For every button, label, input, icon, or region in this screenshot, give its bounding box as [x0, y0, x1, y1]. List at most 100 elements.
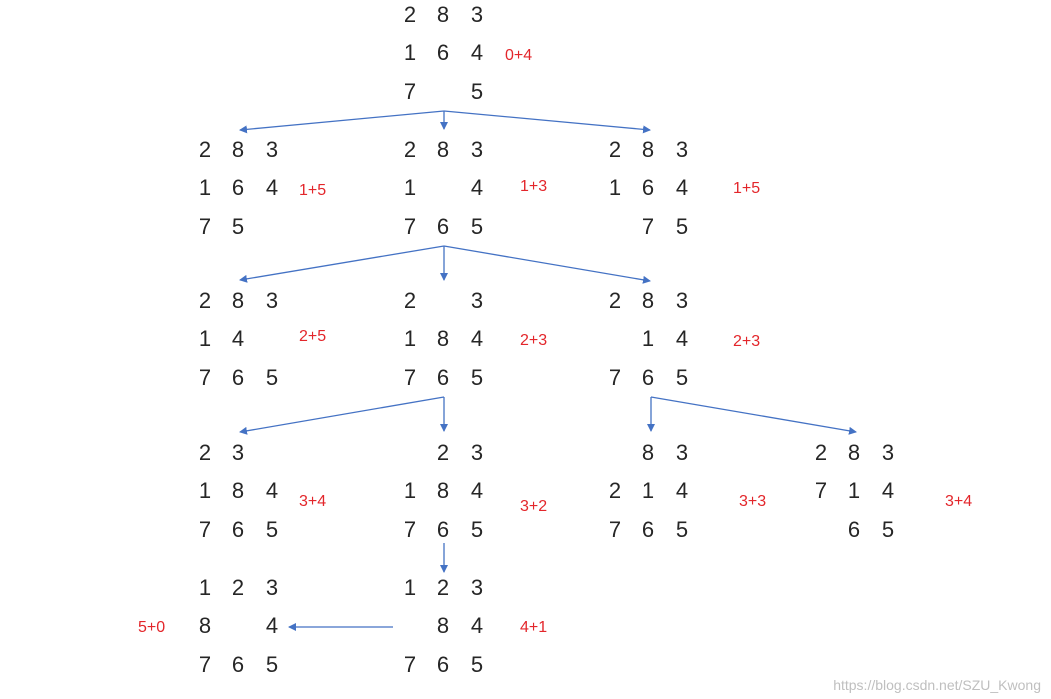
tile-cell: 5 [265, 517, 279, 542]
cost-label: 3+4 [299, 493, 327, 510]
tile-cell: 1 [198, 575, 212, 600]
tile-cell: 3 [470, 575, 484, 600]
tile-cell: 4 [470, 40, 484, 65]
cost-label: 3+2 [520, 498, 548, 515]
cost-label: 5+0 [138, 619, 166, 636]
tile-cell: 5 [675, 365, 689, 390]
tile-cell: 6 [231, 517, 245, 542]
tile-cell: 5 [470, 214, 484, 239]
tile-cell: 8 [231, 137, 245, 162]
tile-cell: 8 [231, 478, 245, 503]
tile-cell: 1 [403, 478, 417, 503]
tile-cell: 7 [403, 365, 417, 390]
tile-cell: 5 [265, 652, 279, 677]
tile-cell: 3 [265, 575, 279, 600]
tile-cell: 8 [198, 613, 212, 638]
tile-cell: 2 [608, 137, 622, 162]
tile-cell: 6 [847, 517, 861, 542]
tile-cell: 7 [198, 517, 212, 542]
tile-cell: 5 [470, 79, 484, 104]
tile-cell: 7 [198, 365, 212, 390]
tile-cell: 7 [641, 214, 655, 239]
tile-cell: 8 [231, 288, 245, 313]
cost-label: 2+3 [733, 333, 761, 350]
cost-label: 4+1 [520, 619, 548, 636]
tile-cell: 3 [881, 440, 895, 465]
tile-cell: 7 [198, 652, 212, 677]
tile-cell: 2 [814, 440, 828, 465]
cost-label: 1+5 [299, 182, 327, 199]
tile-cell: 4 [265, 175, 279, 200]
tile-cell: 8 [436, 137, 450, 162]
tile-cell: 5 [265, 365, 279, 390]
tile-cell: 6 [436, 40, 450, 65]
search-tree-diagram: 2 8 3 1 6 4 7 5 0+4 2 8 3 1 6 4 7 5 1+5 2 8 3 1 4 7 6 5 1+3 2 8 3 1 6 4 7… [0, 0, 1051, 699]
tile-cell: 8 [641, 288, 655, 313]
tile-cell: 4 [675, 175, 689, 200]
cost-label: 0+4 [505, 47, 533, 64]
tile-cell: 3 [265, 137, 279, 162]
tile-cell: 4 [470, 478, 484, 503]
tile-cell: 2 [198, 440, 212, 465]
edge-n0-to-n1a [239, 110, 445, 134]
tile-cell: 5 [881, 517, 895, 542]
tile-cell: 2 [198, 288, 212, 313]
tile-cell: 8 [436, 478, 450, 503]
tile-cell: 4 [231, 326, 245, 351]
tile-cell: 3 [675, 137, 689, 162]
tile-cell: 2 [436, 440, 450, 465]
tile-cell: 3 [470, 2, 484, 27]
tile-cell: 6 [436, 652, 450, 677]
tile-cell: 7 [608, 517, 622, 542]
tile-cell: 4 [265, 478, 279, 503]
tile-cell: 7 [198, 214, 212, 239]
edge-n1b-to-n2c [443, 245, 651, 284]
tile-cell: 3 [231, 440, 245, 465]
tile-cell: 5 [675, 214, 689, 239]
tile-cell: 6 [231, 175, 245, 200]
tile-cell: 5 [231, 214, 245, 239]
tile-cell: 7 [608, 365, 622, 390]
tile-cell: 4 [470, 326, 484, 351]
watermark: https://blog.csdn.net/SZU_Kwong [833, 677, 1041, 693]
tile-cell: 3 [265, 288, 279, 313]
tile-cell: 3 [470, 440, 484, 465]
tile-cell: 3 [470, 137, 484, 162]
tile-cell: 1 [403, 175, 417, 200]
cost-label: 1+3 [520, 178, 548, 195]
edge-n0-to-n1c [443, 110, 651, 134]
tile-cell: 8 [641, 440, 655, 465]
tile-cell: 2 [403, 137, 417, 162]
tile-cell: 7 [403, 517, 417, 542]
cost-label: 3+3 [739, 493, 767, 510]
edge-n2c-to-n3d [650, 396, 857, 435]
tile-cell: 2 [436, 575, 450, 600]
tile-cell: 8 [436, 2, 450, 27]
cost-label: 3+4 [945, 493, 973, 510]
tile-cell: 6 [641, 517, 655, 542]
cost-label: 2+3 [520, 332, 548, 349]
tile-cell: 7 [403, 214, 417, 239]
tile-cell: 5 [470, 365, 484, 390]
tile-cell: 1 [608, 175, 622, 200]
tile-cell: 1 [641, 478, 655, 503]
tile-cell: 6 [641, 175, 655, 200]
tile-cell: 6 [436, 365, 450, 390]
tile-cell: 6 [231, 365, 245, 390]
tile-cell: 7 [403, 652, 417, 677]
tile-cell: 5 [675, 517, 689, 542]
tile-cell: 2 [231, 575, 245, 600]
tile-cell: 1 [198, 326, 212, 351]
tile-cell: 3 [675, 288, 689, 313]
tile-cell: 6 [436, 517, 450, 542]
cost-label: 2+5 [299, 328, 327, 345]
tile-cell: 3 [470, 288, 484, 313]
tile-cell: 4 [881, 478, 895, 503]
tile-cell: 5 [470, 517, 484, 542]
tile-cell: 8 [641, 137, 655, 162]
tile-cell: 2 [608, 478, 622, 503]
tile-cell: 1 [403, 575, 417, 600]
tile-cell: 1 [198, 175, 212, 200]
tile-cell: 6 [231, 652, 245, 677]
tile-cell: 3 [675, 440, 689, 465]
